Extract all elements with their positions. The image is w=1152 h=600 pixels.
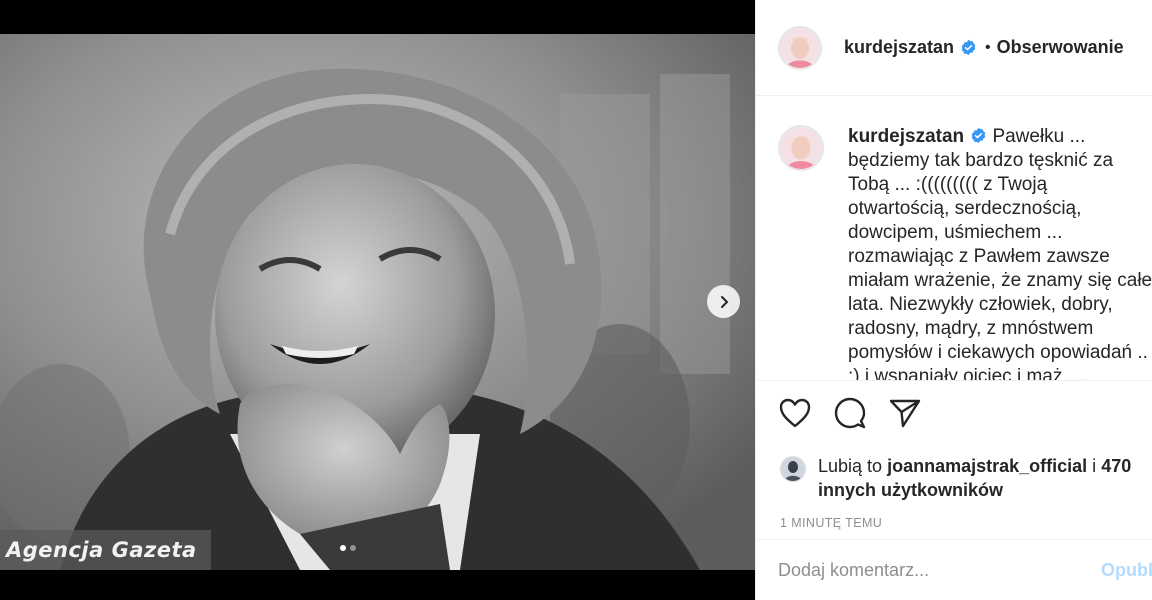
- next-slide-button[interactable]: [707, 285, 740, 318]
- post-comment-button[interactable]: Opublikuj: [1101, 560, 1152, 581]
- carousel-indicator: [340, 545, 356, 551]
- header-separator: •: [985, 38, 991, 56]
- post-timestamp[interactable]: 1 MINUTĘ TEMU: [756, 502, 1152, 530]
- avatar[interactable]: [778, 25, 822, 70]
- follow-status-button[interactable]: Obserwowanie: [997, 37, 1124, 58]
- photo-watermark: Agencja Gazeta: [0, 530, 211, 570]
- avatar-image: [781, 457, 805, 481]
- like-button[interactable]: [778, 396, 812, 430]
- carousel-dot-active: [340, 545, 346, 551]
- chevron-right-icon: [720, 295, 728, 308]
- comment-button[interactable]: [833, 396, 867, 430]
- avatar-image: [780, 27, 820, 68]
- action-icons: [756, 381, 1152, 430]
- verified-badge-icon: [971, 127, 986, 144]
- carousel-dot: [350, 545, 356, 551]
- caption-text: kurdejszatan Pawełku ... będziemy tak ba…: [848, 125, 1152, 380]
- verified-badge-icon: [961, 39, 976, 56]
- post-actions: Lubią to joannamajstrak_official i 470 i…: [756, 380, 1152, 600]
- post-media[interactable]: Agencja Gazeta: [0, 0, 755, 600]
- caption-username[interactable]: kurdejszatan: [848, 126, 964, 147]
- likes-text: Lubią to joannamajstrak_official i 470 i…: [818, 454, 1138, 502]
- photo-illustration: [0, 34, 755, 570]
- liker-username[interactable]: joannamajstrak_official: [887, 456, 1087, 476]
- post-photo: [0, 34, 755, 570]
- heart-icon: [779, 398, 811, 428]
- likes-suffix: i: [1092, 456, 1097, 476]
- share-button[interactable]: [888, 396, 922, 430]
- caption-body: Pawełku ... będziemy tak bardzo tęsknić …: [848, 126, 1152, 380]
- caption-section[interactable]: kurdejszatan Pawełku ... będziemy tak ba…: [756, 97, 1152, 380]
- caption-avatar[interactable]: [778, 125, 824, 171]
- likes-prefix: Lubią to: [818, 456, 883, 476]
- liker-avatar[interactable]: [780, 456, 806, 482]
- paper-plane-icon: [889, 399, 921, 428]
- post-sidebar: kurdejszatan • Obserwowanie kurdejszatan: [755, 0, 1152, 600]
- comment-bubble-icon: [834, 397, 866, 429]
- post-username[interactable]: kurdejszatan: [844, 37, 954, 58]
- comment-input[interactable]: [778, 560, 1078, 581]
- post-header: kurdejszatan • Obserwowanie: [756, 0, 1152, 96]
- avatar-image: [780, 127, 822, 169]
- likes-summary: Lubią to joannamajstrak_official i 470 i…: [756, 430, 1152, 502]
- comment-bar: Opublikuj: [756, 539, 1152, 600]
